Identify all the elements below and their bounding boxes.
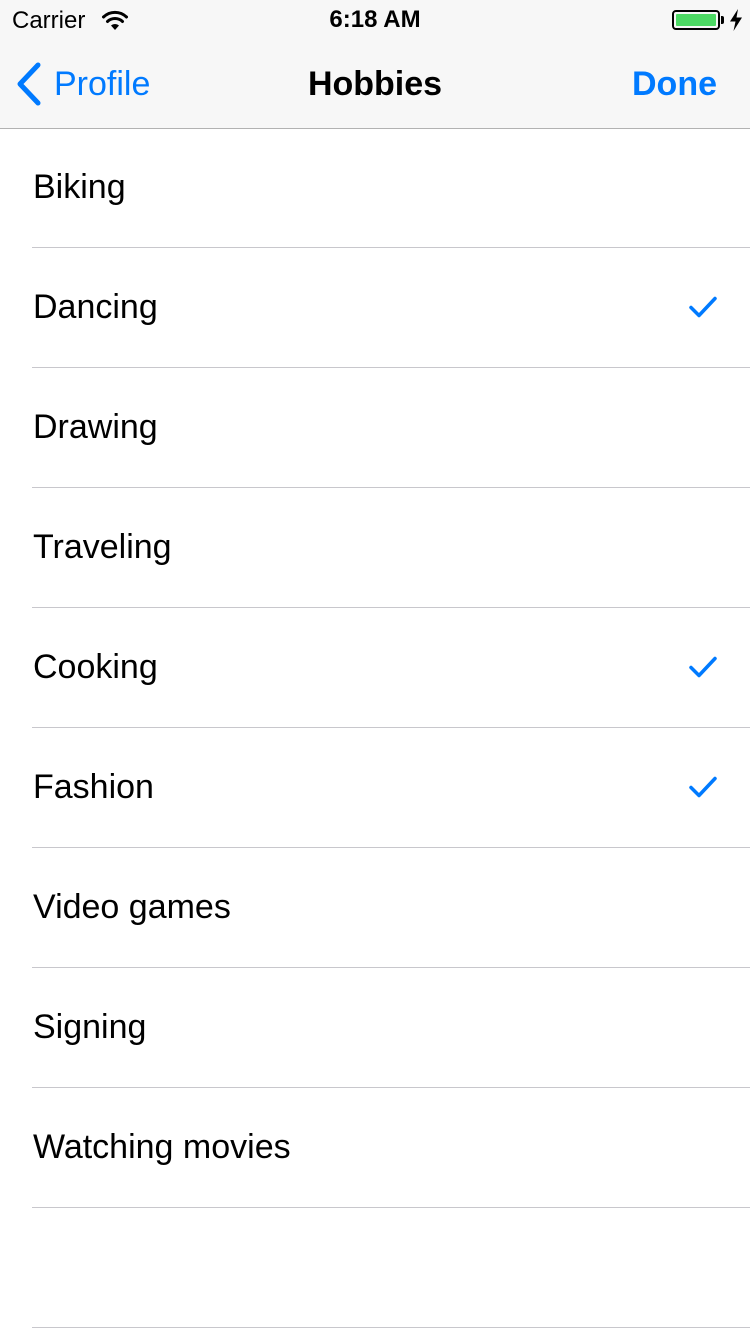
list-item[interactable]: Signing bbox=[0, 968, 750, 1088]
list-item[interactable]: Dancing bbox=[0, 248, 750, 368]
empty-list-item[interactable] bbox=[0, 1208, 750, 1328]
list-item-label: Drawing bbox=[33, 408, 158, 446]
list-item-label: Traveling bbox=[33, 528, 172, 566]
list-item-label: Watching movies bbox=[33, 1128, 291, 1166]
list-item-label: Fashion bbox=[33, 768, 154, 806]
list-item[interactable]: Drawing bbox=[0, 368, 750, 488]
list-item[interactable]: Video games bbox=[0, 848, 750, 968]
checkmark-icon bbox=[689, 656, 717, 678]
list-item[interactable]: Watching movies bbox=[0, 1088, 750, 1208]
list-item-label: Dancing bbox=[33, 288, 158, 326]
list-item[interactable]: Biking bbox=[0, 128, 750, 248]
list-item-label: Biking bbox=[33, 168, 126, 206]
status-bar: Carrier 6:18 AM bbox=[0, 0, 750, 40]
checkmark-icon bbox=[689, 296, 717, 318]
list-item[interactable]: Cooking bbox=[0, 608, 750, 728]
battery-tip bbox=[721, 16, 724, 24]
charging-bolt-icon bbox=[730, 9, 742, 31]
list-item-label: Cooking bbox=[33, 648, 158, 686]
done-button[interactable]: Done bbox=[632, 64, 717, 104]
clock: 6:18 AM bbox=[329, 6, 421, 33]
list-item-label: Video games bbox=[33, 888, 231, 926]
battery-icon bbox=[672, 10, 720, 30]
list-item[interactable]: Fashion bbox=[0, 728, 750, 848]
navigation-bar: Profile Hobbies Done bbox=[0, 40, 750, 129]
hobbies-list: Biking Dancing Drawing Traveling Cooking… bbox=[0, 128, 750, 1328]
list-item[interactable]: Traveling bbox=[0, 488, 750, 608]
checkmark-icon bbox=[689, 776, 717, 798]
list-item-label: Signing bbox=[33, 1008, 147, 1046]
